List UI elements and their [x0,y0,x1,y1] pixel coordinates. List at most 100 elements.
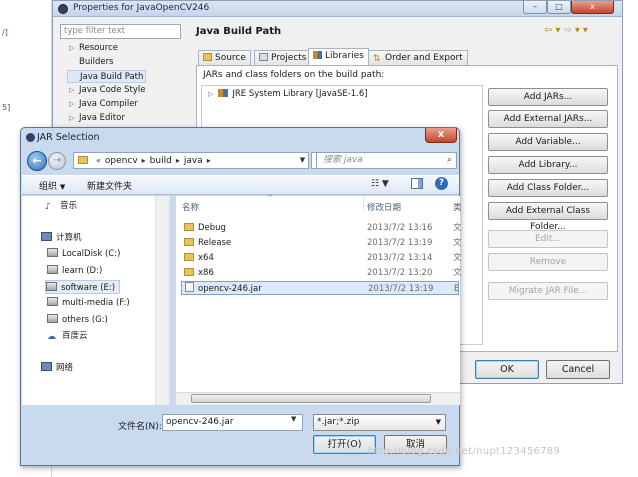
order-icon: ⇅ [373,54,381,64]
file-row[interactable]: x86 2013/7/2 13:20 文 [181,266,462,280]
nav-item-software-e[interactable]: software (E:) [45,280,121,294]
preview-pane-icon[interactable] [411,178,423,189]
add-library-button[interactable]: Add Library... [488,156,608,174]
column-divider[interactable] [363,196,364,210]
add-variable-button[interactable]: Add Variable... [488,133,608,151]
editor-fragment: /] [2,28,8,37]
tree-item-resource[interactable]: ▷ Resource [67,42,120,55]
breadcrumb-item[interactable]: opencv [105,156,138,166]
dialog-title: JAR Selection [37,132,100,143]
chevron-right-icon: ▷ [69,100,75,108]
breadcrumb-item[interactable]: java [184,156,203,166]
add-external-class-folder-button[interactable]: Add External Class Folder... [488,202,608,232]
help-icon[interactable]: ? [435,177,448,190]
filter-input[interactable]: type filter text [60,24,181,39]
organize-menu[interactable]: 组织 ▼ [39,179,65,192]
folder-icon [184,268,194,276]
chevron-down-icon[interactable]: ▼ [291,415,296,423]
add-class-folder-button[interactable]: Add Class Folder... [488,179,608,197]
tree-item-builders[interactable]: Builders [67,56,116,69]
nav-item-others-g[interactable]: others (G:) [47,313,108,327]
edit-button[interactable]: Edit... [488,230,608,248]
nav-item-localdisk-c[interactable]: LocalDisk (C:) [47,247,120,261]
new-folder-button[interactable]: 新建文件夹 [87,179,132,192]
network-icon [41,362,52,371]
nav-item-multimedia-f[interactable]: multi-media (F:) [47,296,130,310]
chevron-right-icon[interactable]: ▸ [207,156,211,165]
tree-item-java-build-path[interactable]: Java Build Path [67,70,147,83]
nav-item-network[interactable]: 网络 [41,361,73,375]
eclipse-icon [26,133,35,142]
column-header-type[interactable]: 类 [453,201,462,213]
folder-icon [184,253,194,261]
back-arrow-icon[interactable]: ⇦ [544,25,555,36]
list-item-jre[interactable]: ▷ JRE System Library [JavaSE-1.6] [208,89,368,99]
column-header-name[interactable]: 名称 [182,201,199,213]
sort-arrow-icon: ^ [267,194,273,202]
view-options-icon[interactable]: ☷ ▼ [371,179,389,189]
column-header-modified[interactable]: 修改日期 [367,201,401,213]
open-button[interactable]: 打开(O) [313,435,376,454]
breadcrumb-overflow-icon[interactable]: « [96,156,101,165]
tree-item-java-editor[interactable]: ▷ Java Editor [67,112,127,125]
chevron-down-icon: ▼ [435,418,441,426]
search-input[interactable]: 搜索 java ⌕ [316,152,457,169]
add-external-jars-button[interactable]: Add External JARs... [488,110,608,128]
jar-file-icon [185,282,194,292]
drive-icon [47,297,58,306]
folder-icon [78,156,88,164]
jars-label: JARs and class folders on the build path… [203,70,385,80]
close-button[interactable]: x [571,1,614,14]
minimize-button[interactable]: – [523,1,547,14]
tab-projects[interactable]: Projects [254,50,312,65]
file-row[interactable]: Release 2013/7/2 13:19 文 [181,236,462,250]
folder-icon [203,53,212,61]
back-button[interactable]: ← [27,151,47,171]
scrollbar-thumb[interactable] [191,394,431,403]
chevron-down-icon[interactable]: ▼ [296,152,309,169]
file-row[interactable]: x64 2013/7/2 13:14 文 [181,251,462,265]
watermark: http://blog.csdn.net/nupt123456789 [368,446,561,457]
forward-arrow-icon[interactable]: ⇨ [563,25,574,36]
breadcrumb-item[interactable]: build [150,156,172,166]
close-button[interactable]: x [425,128,457,143]
filename-label: 文件名(N): [118,422,162,432]
cloud-icon: ☁ [47,332,56,342]
tree-item-java-compiler[interactable]: ▷ Java Compiler [67,98,140,111]
tree-item-java-code-style[interactable]: ▷ Java Code Style [67,84,147,97]
cancel-button[interactable]: Cancel [546,360,610,379]
migrate-jar-button[interactable]: Migrate JAR File... [488,282,608,300]
file-row-selected[interactable]: opencv-246.jar 2013/7/2 13:19 E [181,281,459,295]
search-icon: ⌕ [446,155,452,165]
eclipse-icon [58,4,68,14]
page-title: Java Build Path [196,26,282,37]
chevron-right-icon: ▷ [69,86,75,94]
jar-selection-dialog: JAR Selection x ← → «opencv ▸ build ▸ java ▸ … [20,127,462,466]
remove-button[interactable]: Remove [488,253,608,271]
drive-icon [46,282,57,291]
chevron-down-icon: ▼ [59,183,66,191]
nav-item-music[interactable]: ♪ 音乐 [45,199,77,213]
ok-button[interactable]: OK [475,360,539,379]
address-bar[interactable]: « opencv ▸ build ▸ java ▸ [73,152,309,169]
chevron-right-icon[interactable]: ▷ [208,90,213,98]
tab-libraries[interactable]: Libraries [308,48,369,66]
file-type-select[interactable]: *.jar;*.zip ▼ [313,414,446,431]
add-jars-button[interactable]: Add JARs... [488,88,608,106]
file-row[interactable]: Debug 2013/7/2 13:16 文 [181,221,462,235]
chevron-right-icon[interactable]: ▸ [176,156,180,165]
nav-item-learn-d[interactable]: learn (D:) [47,264,102,278]
maximize-button[interactable]: □ [547,1,571,14]
forward-button[interactable]: → [48,152,66,170]
music-icon: ♪ [45,202,51,212]
tab-source[interactable]: Source [198,50,251,65]
chevron-right-icon[interactable]: ▸ [142,156,146,165]
filename-input[interactable]: opencv-246.jar [162,414,303,431]
nav-item-baiduyun[interactable]: ☁ 百度云 [47,329,88,343]
history-nav[interactable]: ⇦▾⇨▾▾ [544,25,591,36]
chevron-right-icon: ▷ [69,114,75,122]
nav-scrollbar[interactable] [155,196,169,405]
nav-item-computer[interactable]: 计算机 [41,231,82,245]
drive-icon [47,314,58,323]
tab-order-export[interactable]: ⇅ Order and Export [368,50,468,65]
